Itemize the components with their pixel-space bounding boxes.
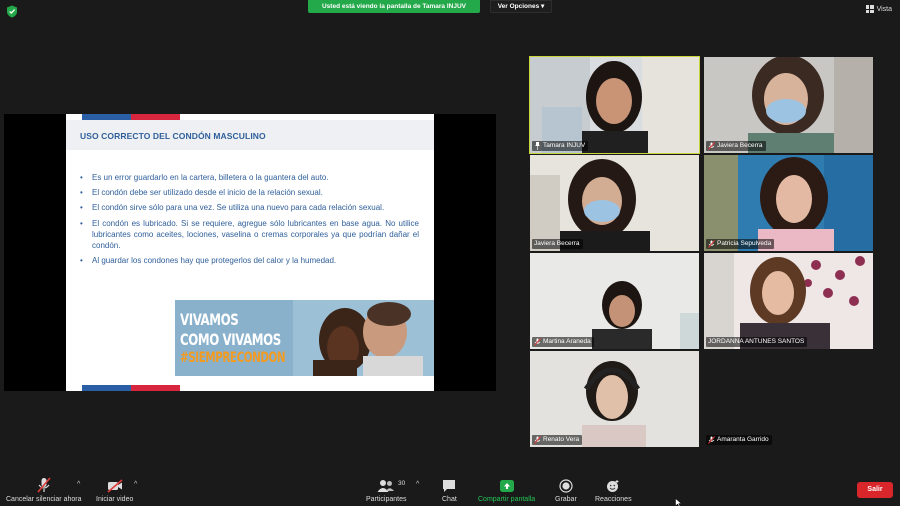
- participant-nameplate: Javiera Becerra: [706, 141, 766, 151]
- participants-count: 30: [398, 480, 406, 487]
- participant-video: [704, 155, 873, 251]
- security-shield-icon[interactable]: [6, 5, 18, 18]
- participant-nameplate: Javiera Becerra: [532, 239, 583, 249]
- participant-nameplate: Renato Vera: [532, 435, 583, 445]
- view-layout-label: Vista: [876, 5, 892, 13]
- pin-icon: [535, 142, 540, 150]
- participant-name: Patricia Sepulveda: [717, 240, 772, 247]
- campaign-banner-image: VIVAMOS COMO VIVAMOS #SIEMPRECONDON: [175, 300, 434, 376]
- mic-muted-icon: [708, 142, 715, 150]
- slide-bullet-list: Es un error guardarlo en la cartera, bil…: [78, 172, 419, 270]
- participant-tile[interactable]: Martina Araneda: [530, 253, 699, 349]
- slide-bullet: El condón sirve sólo para una vez. Se ut…: [78, 202, 419, 213]
- smiley-icon: [607, 480, 619, 492]
- mic-muted-icon: [708, 240, 715, 248]
- participant-video: [530, 155, 699, 251]
- participant-video: [530, 253, 699, 349]
- video-options-caret[interactable]: ^: [134, 481, 137, 488]
- chat-button[interactable]: Chat: [442, 477, 457, 503]
- participant-tile[interactable]: Amaranta Garrido: [704, 351, 873, 447]
- mic-muted-icon: [708, 436, 715, 444]
- participants-icon: [377, 480, 395, 492]
- banner-hashtag: #SIEMPRECONDON: [180, 350, 286, 366]
- banner-text-line: VIVAMOS: [180, 310, 239, 329]
- couple-photo: [293, 300, 434, 376]
- participant-tile[interactable]: Javiera Becerra: [530, 155, 699, 251]
- participant-name: Martina Araneda: [543, 338, 591, 345]
- view-options-label: Ver Opciones: [497, 3, 540, 10]
- participant-name: Javiera Becerra: [717, 142, 763, 149]
- share-screen-label: Compartir pantalla: [478, 496, 536, 503]
- slide-bullet: El condón debe ser utilizado desde el in…: [78, 187, 419, 198]
- participants-options-caret[interactable]: ^: [416, 481, 419, 488]
- participant-name: Renato Vera: [543, 436, 580, 443]
- slide-bullet: Es un error guardarlo en la cartera, bil…: [78, 172, 419, 183]
- participant-tile[interactable]: Tamara INJUV: [529, 56, 700, 154]
- participant-tile[interactable]: Javiera Becerra: [704, 57, 873, 153]
- participant-video: [704, 57, 873, 153]
- view-layout-button[interactable]: Vista: [865, 5, 892, 13]
- participant-video: [530, 57, 699, 153]
- chat-icon: [443, 480, 456, 492]
- slide-bullet: Al guardar los condones hay que proteger…: [78, 255, 419, 266]
- reactions-label: Reacciones: [595, 496, 632, 503]
- mic-muted-icon: [534, 338, 541, 346]
- video-off-icon: [107, 479, 123, 493]
- leave-button[interactable]: Salir: [857, 482, 893, 498]
- presentation-slide: USO CORRECTO DEL CONDÓN MASCULINO Es un …: [66, 114, 434, 391]
- participant-name: Tamara INJUV: [543, 142, 586, 149]
- banner-text-line: COMO VIVAMOS: [180, 330, 281, 349]
- share-screen-button[interactable]: Compartir pantalla: [478, 477, 535, 503]
- participant-video: [704, 253, 873, 349]
- participant-name: Amaranta Garrido: [717, 436, 769, 443]
- participant-tile[interactable]: JORDANNA ANTUNES SANTOS: [704, 253, 873, 349]
- audio-options-caret[interactable]: ^: [77, 481, 80, 488]
- chat-label: Chat: [442, 496, 457, 503]
- record-label: Grabar: [555, 496, 577, 503]
- mic-muted-icon: [534, 436, 541, 444]
- screen-share-banner: Usted está viendo la pantalla de Tamara …: [308, 0, 480, 13]
- participant-nameplate: Martina Araneda: [532, 337, 594, 347]
- mouse-cursor-icon: [675, 498, 682, 506]
- participant-video: [530, 351, 699, 447]
- share-screen-icon: [499, 480, 514, 492]
- unmute-button[interactable]: Cancelar silenciar ahora: [6, 477, 81, 503]
- participants-label: Participantes: [366, 496, 407, 503]
- slide-title: USO CORRECTO DEL CONDÓN MASCULINO: [80, 131, 266, 141]
- mic-muted-icon: [37, 477, 51, 493]
- participant-nameplate: JORDANNA ANTUNES SANTOS: [706, 337, 808, 347]
- slide-bottom-flag-stripe: [82, 385, 180, 391]
- start-video-button[interactable]: Iniciar video: [96, 477, 133, 503]
- participant-nameplate: Patricia Sepulveda: [706, 239, 775, 249]
- participant-name: Javiera Becerra: [534, 240, 580, 247]
- participant-nameplate: Tamara INJUV: [532, 141, 589, 151]
- unmute-label: Cancelar silenciar ahora: [6, 496, 82, 503]
- participant-tile[interactable]: Renato Vera: [530, 351, 699, 447]
- grid-view-icon: [865, 5, 874, 13]
- participant-name: JORDANNA ANTUNES SANTOS: [708, 338, 805, 345]
- slide-bullet: El condón es lubricado. Si se requiere, …: [78, 218, 419, 252]
- start-video-label: Iniciar video: [96, 496, 134, 503]
- record-icon: [559, 479, 573, 493]
- reactions-button[interactable]: Reacciones: [595, 477, 632, 503]
- record-button[interactable]: Grabar: [555, 477, 577, 503]
- view-options-button[interactable]: Ver Opciones ▾: [490, 0, 552, 13]
- participant-nameplate: Amaranta Garrido: [706, 435, 772, 445]
- chevron-down-icon: ▾: [541, 3, 545, 10]
- participant-tile[interactable]: Patricia Sepulveda: [704, 155, 873, 251]
